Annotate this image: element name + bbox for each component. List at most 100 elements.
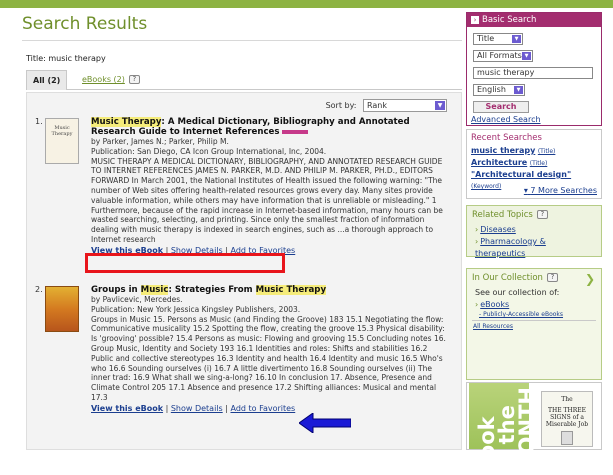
result-item: 2. Groups in Music: Strategies From Musi…	[35, 285, 455, 445]
book-cover-thumbnail[interactable]	[45, 286, 79, 332]
featured-book-the: The	[561, 396, 573, 403]
cover-text: Music Therapy	[51, 125, 73, 137]
title-text: Groups in	[91, 285, 141, 295]
highlight-term: Music Therapy	[255, 285, 327, 295]
search-input[interactable]: music therapy	[473, 67, 593, 79]
result-snippet: Groups in Music 15. Persons as Music (an…	[91, 314, 446, 402]
sort-value: Rank	[367, 101, 387, 110]
chevron-right-icon: ›	[475, 225, 479, 234]
highlight-term: Music Therapy	[91, 117, 162, 127]
page-title: Search Results	[22, 14, 148, 34]
language-select[interactable]: English ▼	[473, 84, 525, 96]
book-illustration-icon	[561, 431, 573, 445]
collection-label: In Our Collection	[472, 273, 543, 283]
help-icon[interactable]: ?	[546, 273, 558, 282]
public-ebooks-link[interactable]: - Publicly-Accessible eBooks	[467, 311, 601, 318]
red-callout-box	[85, 253, 285, 273]
chevron-down-icon: ▼	[512, 35, 521, 43]
show-details-link[interactable]: Show Details	[171, 404, 223, 413]
related-topic-item[interactable]: › Pharmacology & therapeutics	[467, 236, 601, 260]
result-body: Groups in Music: Strategies From Music T…	[91, 285, 451, 413]
query-summary: Title: music therapy	[26, 54, 106, 63]
book-of-the-month[interactable]: Book of the MONTH The THE THREE SIGNS of…	[466, 382, 602, 475]
featured-book-title: THE THREE SIGNS of a Miserable Job	[545, 407, 589, 428]
book-cover-thumbnail[interactable]: Music Therapy	[45, 118, 79, 164]
recent-type: (Keyword)	[471, 183, 502, 190]
snippet-text: MUSIC THERAPY A MEDICAL DICTIONARY, BIBL…	[91, 156, 443, 235]
recent-type: (Title)	[529, 160, 548, 167]
top-accent-strip	[0, 0, 613, 8]
main-content: Search Results	[22, 12, 462, 40]
result-tabs: All (2) eBooks (2)?	[26, 70, 462, 90]
more-searches-link[interactable]: ▾ 7 More Searches	[524, 186, 597, 195]
related-topic-item[interactable]: › Diseases	[467, 224, 601, 236]
search-input-value: music therapy	[477, 68, 535, 77]
format-value: All Formats	[477, 51, 522, 60]
recent-keyword: music therapy	[471, 146, 536, 155]
tab-ebooks[interactable]: eBooks (2)?	[76, 70, 146, 90]
tab-all-label: All (2)	[33, 76, 61, 85]
all-resources-link[interactable]: All Resources	[467, 323, 601, 330]
result-body: Music Therapy: A Medical Dictionary, Bib…	[91, 117, 451, 255]
help-icon[interactable]: ?	[536, 210, 548, 219]
result-authors: by Pavlicevic, Mercedes.	[91, 295, 183, 304]
collection-item[interactable]: › eBooks	[467, 299, 601, 311]
recent-search-item[interactable]: Architecture (Title)	[467, 157, 601, 169]
result-title[interactable]: Music Therapy: A Medical Dictionary, Bib…	[91, 117, 451, 137]
format-select[interactable]: All Formats ▼	[473, 50, 533, 62]
result-publication: Publication: San Diego, CA Icon Group In…	[91, 146, 327, 156]
relevance-bar	[281, 129, 308, 134]
sort-label: Sort by:	[325, 101, 357, 110]
divider	[472, 320, 596, 321]
book-of-month-banner: Book of the MONTH	[469, 383, 539, 475]
recent-searches-title: Recent Searches	[471, 133, 542, 143]
result-publication: Publication: New York Jessica Kingsley P…	[91, 304, 301, 314]
view-ebook-link[interactable]: View this eBook	[91, 404, 163, 413]
basic-search-title: Basic Search	[482, 15, 537, 25]
recent-keyword: "Architectural design"	[471, 170, 572, 179]
tab-ebooks-label: eBooks (2)	[82, 75, 125, 84]
search-button[interactable]: Search	[473, 101, 529, 113]
chevron-right-icon: ›	[475, 300, 479, 309]
result-number: 2.	[35, 285, 43, 294]
chevron-down-icon: ▼	[435, 101, 445, 110]
arrow-right-icon: ›	[471, 16, 479, 24]
sort-select[interactable]: Rank ▼	[363, 99, 447, 112]
chevron-down-icon: ▼	[514, 86, 523, 94]
result-actions: View this eBook | Show Details | Add to …	[91, 403, 296, 413]
advanced-search-link[interactable]: Advanced Search	[471, 115, 541, 124]
result-snippet: MUSIC THERAPY A MEDICAL DICTIONARY, BIBL…	[91, 157, 451, 245]
collection-title: In Our Collection?	[467, 269, 601, 287]
chevron-right-icon: ›	[475, 237, 479, 246]
recent-searches-panel: Recent Searches music therapy (Title) Ar…	[466, 129, 602, 199]
recent-search-item[interactable]: music therapy (Title)	[467, 145, 601, 157]
result-title[interactable]: Groups in Music: Strategies From Music T…	[91, 285, 451, 295]
title-divider	[22, 40, 462, 41]
tab-all[interactable]: All (2)	[26, 70, 68, 90]
chevron-down-icon: ▼	[522, 52, 531, 60]
basic-search-header: › Basic Search	[467, 13, 601, 27]
result-number: 1.	[35, 117, 43, 126]
result-authors: by Parker, James N.; Parker, Philip M.	[91, 137, 229, 146]
basic-search-panel: › Basic Search Title ▼ All Formats ▼ music …	[466, 12, 602, 126]
chevron-right-icon[interactable]: ❯	[585, 273, 595, 285]
related-topics-title: Related Topics?	[467, 206, 601, 224]
recent-type: (Title)	[537, 148, 556, 155]
featured-book-cover[interactable]: The THE THREE SIGNS of a Miserable Job	[541, 391, 593, 447]
collection-intro: See our collection of:	[475, 288, 560, 297]
collection-item-label: eBooks	[480, 300, 510, 309]
field-value: Title	[477, 34, 495, 43]
language-value: English	[477, 85, 506, 94]
collection-panel: In Our Collection? ❯ See our collection …	[466, 268, 602, 380]
recent-keyword: Architecture	[471, 158, 528, 167]
help-icon[interactable]: ?	[128, 75, 140, 84]
related-topic-label: Diseases	[480, 225, 516, 234]
field-select[interactable]: Title ▼	[473, 33, 523, 45]
book-of-month-label: Book of the MONTH	[475, 386, 539, 475]
related-topic-label: Pharmacology & therapeutics	[475, 237, 546, 258]
add-to-favorites-link[interactable]: Add to Favorites	[230, 404, 295, 413]
related-topics-label: Related Topics	[472, 210, 533, 220]
related-topics-panel: Related Topics? › Diseases › Pharmacology …	[466, 205, 602, 260]
chevron-down-icon: ▾	[523, 186, 528, 195]
more-searches-label: 7 More Searches	[530, 186, 597, 195]
